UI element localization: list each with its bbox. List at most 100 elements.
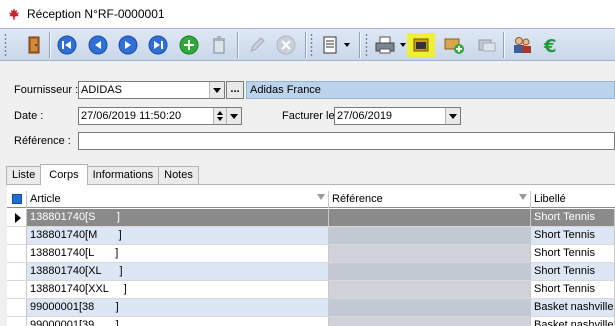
cell-article[interactable]: 99000001[39 ] — [27, 317, 329, 326]
toolbar-grip[interactable] — [310, 33, 313, 57]
toolbar-separator — [49, 32, 51, 58]
column-label: Libellé — [534, 193, 566, 205]
table-row[interactable]: 99000001[38 ] Basket nashville — [7, 299, 615, 317]
lines-grid: Article Référence Libellé 138801740[S ] S… — [7, 184, 615, 326]
cell-reference[interactable] — [329, 281, 531, 298]
toolbar-grip[interactable] — [4, 33, 7, 57]
cell-article[interactable]: 138801740[XL ] — [27, 263, 329, 280]
cell-article[interactable]: 138801740[L ] — [27, 245, 329, 262]
cell-libelle[interactable]: Short Tennis — [531, 263, 615, 280]
fournisseur-browse-button[interactable]: ... — [226, 81, 244, 99]
cell-reference[interactable] — [329, 299, 531, 316]
transfer-icon[interactable] — [474, 33, 498, 57]
facturer-label: Facturer le — [282, 110, 335, 122]
previous-record-icon[interactable] — [86, 33, 110, 57]
print-icon[interactable] — [373, 33, 397, 57]
cell-article[interactable]: 138801740[M ] — [27, 227, 329, 244]
toolbar-grip[interactable] — [365, 33, 368, 57]
reference-label: Référence : — [14, 135, 71, 147]
column-header-libelle[interactable]: Libellé — [531, 191, 615, 208]
edit-record-icon[interactable] — [245, 33, 269, 57]
delete-record-icon[interactable] — [207, 33, 231, 57]
reference-input[interactable] — [78, 132, 615, 150]
add-package-icon[interactable] — [442, 33, 466, 57]
grid-header: Article Référence Libellé — [7, 191, 615, 208]
toolbar-separator — [503, 32, 505, 58]
table-row[interactable]: 138801740[XL ] Short Tennis — [7, 263, 615, 281]
cell-libelle[interactable]: Short Tennis — [531, 245, 615, 262]
document-menu-icon[interactable] — [318, 33, 342, 57]
chevron-down-icon[interactable] — [344, 43, 350, 47]
table-row[interactable]: 138801740[S ] Short Tennis — [7, 209, 615, 227]
column-header-reference[interactable]: Référence — [329, 191, 531, 208]
cell-reference[interactable] — [329, 245, 531, 262]
next-record-icon[interactable] — [116, 33, 140, 57]
facturer-date-value: 27/06/2019 — [337, 110, 393, 122]
toolbar: € — [0, 28, 615, 61]
cell-libelle[interactable]: Basket nashville — [531, 317, 615, 326]
row-marker[interactable] — [7, 317, 27, 326]
table-row[interactable]: 99000001[39 ] Basket nashville — [7, 317, 615, 326]
table-row[interactable]: 138801740[L ] Short Tennis — [7, 245, 615, 263]
cell-article[interactable]: 138801740[S ] — [27, 209, 329, 226]
fournisseur-label: Fournisseur : — [14, 84, 79, 96]
title-bar: Réception N°RF-0000001 — [0, 0, 615, 28]
cell-article[interactable]: 99000001[38 ] — [27, 299, 329, 316]
tab-notes[interactable]: Notes — [158, 166, 199, 185]
table-row[interactable]: 138801740[M ] Short Tennis — [7, 227, 615, 245]
fournisseur-code: ADIDAS — [81, 84, 122, 96]
toolbar-separator — [359, 32, 361, 58]
euro-icon[interactable]: € — [540, 33, 564, 57]
filter-icon[interactable] — [317, 194, 325, 200]
cell-reference[interactable] — [329, 317, 531, 326]
facturer-date-field[interactable]: 27/06/2019 — [334, 107, 461, 125]
cell-libelle[interactable]: Short Tennis — [531, 209, 615, 226]
row-marker[interactable] — [7, 209, 27, 226]
date-spinner[interactable] — [213, 108, 226, 124]
last-record-icon[interactable] — [146, 33, 170, 57]
first-record-icon[interactable] — [55, 33, 79, 57]
cell-libelle[interactable]: Basket nashville — [531, 299, 615, 316]
filter-icon[interactable] — [519, 194, 527, 200]
date-field[interactable]: 27/06/2019 11:50:20 — [78, 107, 242, 125]
cell-reference[interactable] — [329, 263, 531, 280]
column-label: Référence — [332, 193, 383, 205]
row-marker[interactable] — [7, 299, 27, 316]
cell-article[interactable]: 138801740[XXL ] — [27, 281, 329, 298]
cell-libelle[interactable]: Short Tennis — [531, 281, 615, 298]
cell-reference[interactable] — [329, 209, 531, 226]
toolbar-separator — [237, 32, 239, 58]
date-value: 27/06/2019 11:50:20 — [81, 110, 182, 122]
add-record-icon[interactable] — [177, 33, 201, 57]
toggle-panel-icon[interactable] — [407, 33, 435, 57]
tab-strip: Liste Corps Informations Notes — [6, 164, 199, 185]
tab-informations[interactable]: Informations — [86, 166, 160, 185]
table-row[interactable]: 138801740[XXL ] Short Tennis — [7, 281, 615, 299]
maple-leaf-icon — [6, 6, 22, 22]
window-title: Réception N°RF-0000001 — [27, 7, 165, 21]
cell-reference[interactable] — [329, 227, 531, 244]
column-label: Article — [30, 193, 61, 205]
column-header-article[interactable]: Article — [27, 191, 329, 208]
svg-text:€: € — [543, 36, 557, 55]
cell-libelle[interactable]: Short Tennis — [531, 227, 615, 244]
row-marker[interactable] — [7, 245, 27, 262]
chevron-down-icon[interactable] — [209, 82, 224, 98]
exit-door-icon[interactable] — [22, 33, 46, 57]
fournisseur-name: Adidas France — [246, 81, 615, 99]
row-marker[interactable] — [7, 263, 27, 280]
cancel-record-icon[interactable] — [274, 33, 298, 57]
toolbar-separator — [305, 32, 307, 58]
current-row-arrow-icon — [15, 213, 21, 223]
select-all-checkbox[interactable] — [7, 191, 27, 208]
row-marker[interactable] — [7, 227, 27, 244]
chevron-down-icon[interactable] — [400, 43, 406, 47]
chevron-down-icon[interactable] — [226, 108, 241, 124]
users-icon[interactable] — [510, 33, 534, 57]
tab-liste[interactable]: Liste — [6, 166, 42, 185]
fournisseur-combo[interactable]: ADIDAS — [78, 81, 225, 99]
row-marker[interactable] — [7, 281, 27, 298]
chevron-down-icon[interactable] — [445, 108, 460, 124]
reception-form: Fournisseur : ADIDAS ... Adidas France D… — [0, 62, 615, 163]
tab-corps[interactable]: Corps — [40, 164, 88, 185]
